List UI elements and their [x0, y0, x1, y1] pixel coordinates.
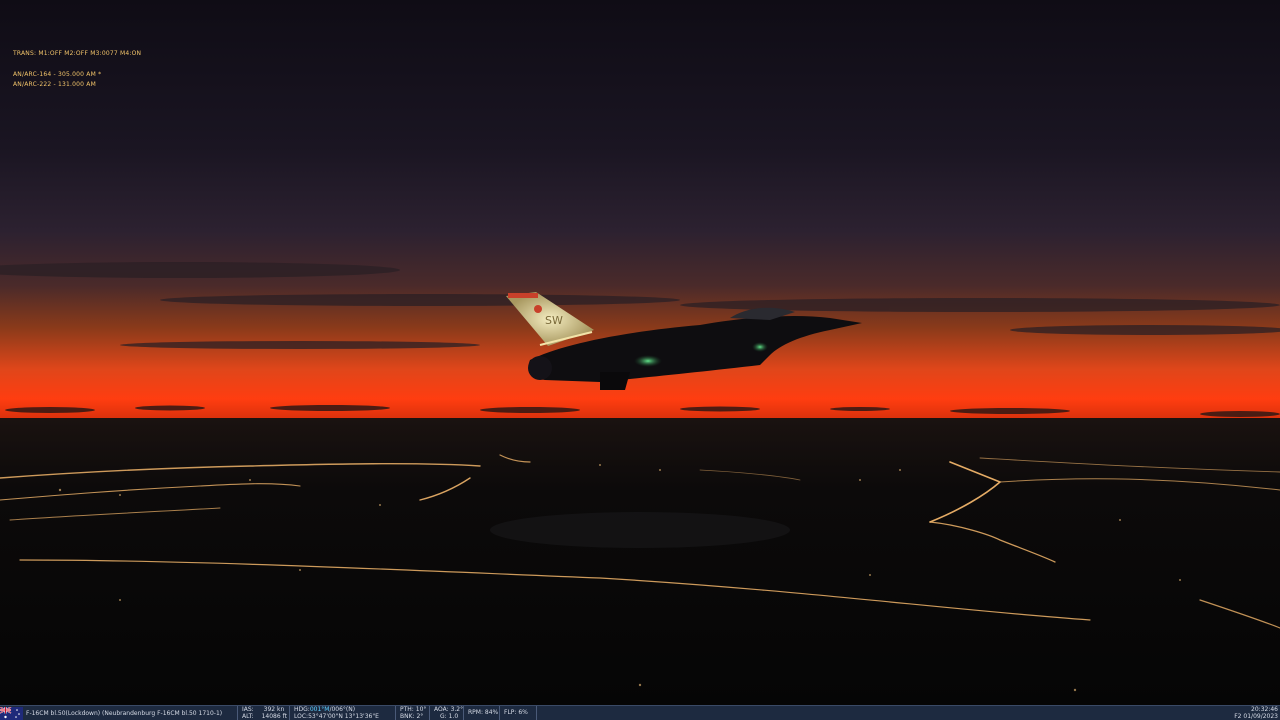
rpm-value: 84%: [484, 709, 499, 716]
g-label: G:: [440, 713, 447, 720]
ground: [0, 418, 1280, 705]
alt-label: ALT:: [242, 713, 254, 720]
status-bar: F-16CM bl.50(Lockdown) (Neubrandenburg F…: [0, 705, 1280, 720]
pitch-bank-cell: PTH: 10° BNK: 2°: [395, 706, 429, 720]
alt-value: 14086 ft: [261, 713, 287, 720]
rpm-cell: RPM: 84%: [463, 706, 499, 720]
speed-alt-cell: IAS: 392 kn ALT: 14086 ft: [237, 706, 289, 720]
flp-label: FLP:: [504, 709, 517, 716]
hdg-label: HDG:: [294, 706, 310, 713]
radio-2-readout: AN/ARC-222 - 131.000 AM: [13, 81, 96, 88]
g-value: 1.0: [448, 713, 459, 720]
hdg-magnetic-value: 001°M: [309, 706, 330, 713]
flaps-cell: FLP: 6%: [499, 706, 537, 720]
tail-code: SW: [545, 314, 563, 327]
loc-label: LOC:: [294, 713, 309, 720]
aoa-label: AOA:: [434, 706, 449, 713]
ias-value: 392 kn: [263, 706, 285, 713]
hdg-true-value: /006°(N): [329, 706, 356, 713]
transponder-readout: TRANS: M1:OFF M2:OFF M3:0077 M4:ON: [13, 50, 142, 57]
time-readout: 20:32:46: [1251, 706, 1278, 713]
date-readout: F2 01/09/2023: [1234, 713, 1278, 720]
lake: [490, 512, 790, 548]
pth-label: PTH:: [400, 706, 414, 713]
loc-value: 53°47'00"N 13°13'36"E: [308, 713, 379, 720]
bnk-label: BNK:: [400, 713, 415, 720]
flight-scene: SW: [0, 0, 1280, 705]
rpm-label: RPM:: [468, 709, 483, 716]
pth-value: 10°: [415, 706, 427, 713]
aoa-g-cell: AOA: 3.2° G: 1.0: [429, 706, 463, 720]
ias-label: IAS:: [242, 706, 254, 713]
radio-1-readout: AN/ARC-164 - 305.000 AM *: [13, 71, 102, 78]
australia-flag-icon: [0, 707, 23, 720]
unit-label: F-16CM bl.50(Lockdown) (Neubrandenburg F…: [26, 710, 223, 717]
aoa-value: 3.2°: [450, 706, 464, 713]
bnk-value: 2°: [416, 713, 424, 720]
flp-value: 6%: [518, 709, 528, 716]
heading-location-cell: HDG:001°M/006°(N) LOC:53°47'00"N 13°13'3…: [289, 706, 395, 720]
